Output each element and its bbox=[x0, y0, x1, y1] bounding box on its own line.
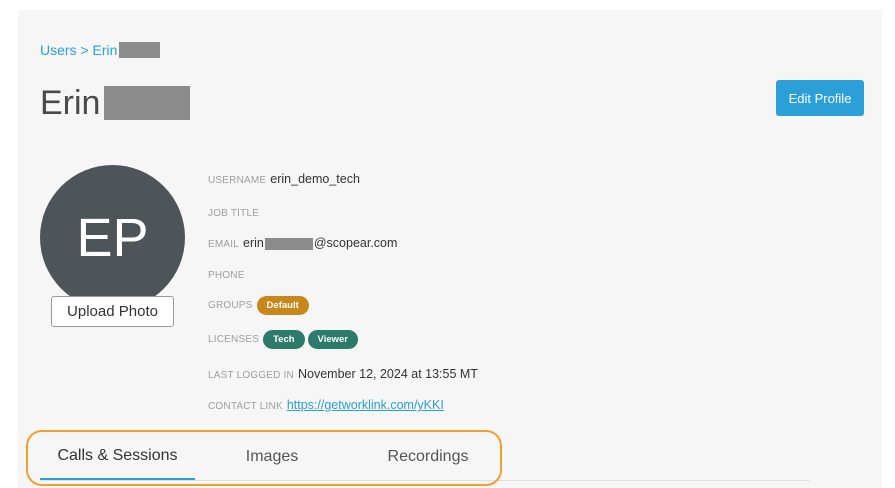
tabs-bar: Calls & Sessions Images Recordings bbox=[40, 433, 810, 481]
username-value: erin_demo_tech bbox=[270, 172, 360, 186]
contact-link-label: CONTACT LINK bbox=[208, 401, 283, 412]
job-title-label: JOB TITLE bbox=[208, 208, 260, 219]
groups-label: GROUPS bbox=[208, 300, 253, 311]
last-logged-label: LAST LOGGED IN bbox=[208, 370, 294, 381]
contact-link-row: CONTACT LINK https://getworklink.com/yKKI bbox=[208, 398, 444, 412]
email-label: EMAIL bbox=[208, 239, 240, 250]
license-badge-tech: Tech bbox=[263, 330, 305, 349]
tab-images[interactable]: Images bbox=[212, 433, 332, 480]
last-logged-value: November 12, 2024 at 13:55 MT bbox=[297, 367, 478, 381]
redacted-name bbox=[104, 86, 191, 121]
breadcrumb[interactable]: Users > Erin bbox=[40, 41, 161, 58]
group-badge: Default bbox=[256, 296, 309, 315]
redacted-name bbox=[119, 41, 161, 58]
phone-row: PHONE bbox=[208, 267, 249, 281]
breadcrumb-link[interactable]: Users > Erin bbox=[40, 42, 117, 58]
redacted-email bbox=[264, 237, 313, 250]
email-row: EMAIL erin @scopear.com bbox=[208, 236, 397, 250]
contact-link[interactable]: https://getworklink.com/yKKI bbox=[287, 398, 444, 412]
upload-photo-button[interactable]: Upload Photo bbox=[51, 296, 174, 327]
license-badge-viewer: Viewer bbox=[307, 330, 359, 349]
edit-profile-button[interactable]: Edit Profile bbox=[776, 80, 864, 116]
last-logged-row: LAST LOGGED IN November 12, 2024 at 13:55… bbox=[208, 367, 478, 381]
job-title-row: JOB TITLE bbox=[208, 205, 263, 219]
avatar: EP bbox=[40, 165, 185, 310]
email-prefix: erin bbox=[243, 236, 264, 250]
page-title-text: Erin bbox=[40, 84, 101, 122]
groups-row: GROUPS Default bbox=[208, 296, 312, 315]
phone-label: PHONE bbox=[208, 270, 245, 281]
page-title: Erin bbox=[40, 84, 191, 123]
email-suffix: @scopear.com bbox=[313, 236, 398, 250]
licenses-row: LICENSES Tech Viewer bbox=[208, 330, 361, 349]
username-row: USERNAME erin_demo_tech bbox=[208, 172, 360, 186]
tab-calls-sessions[interactable]: Calls & Sessions bbox=[40, 433, 195, 480]
licenses-label: LICENSES bbox=[208, 334, 260, 345]
tab-recordings[interactable]: Recordings bbox=[358, 433, 498, 480]
username-label: USERNAME bbox=[208, 175, 267, 186]
